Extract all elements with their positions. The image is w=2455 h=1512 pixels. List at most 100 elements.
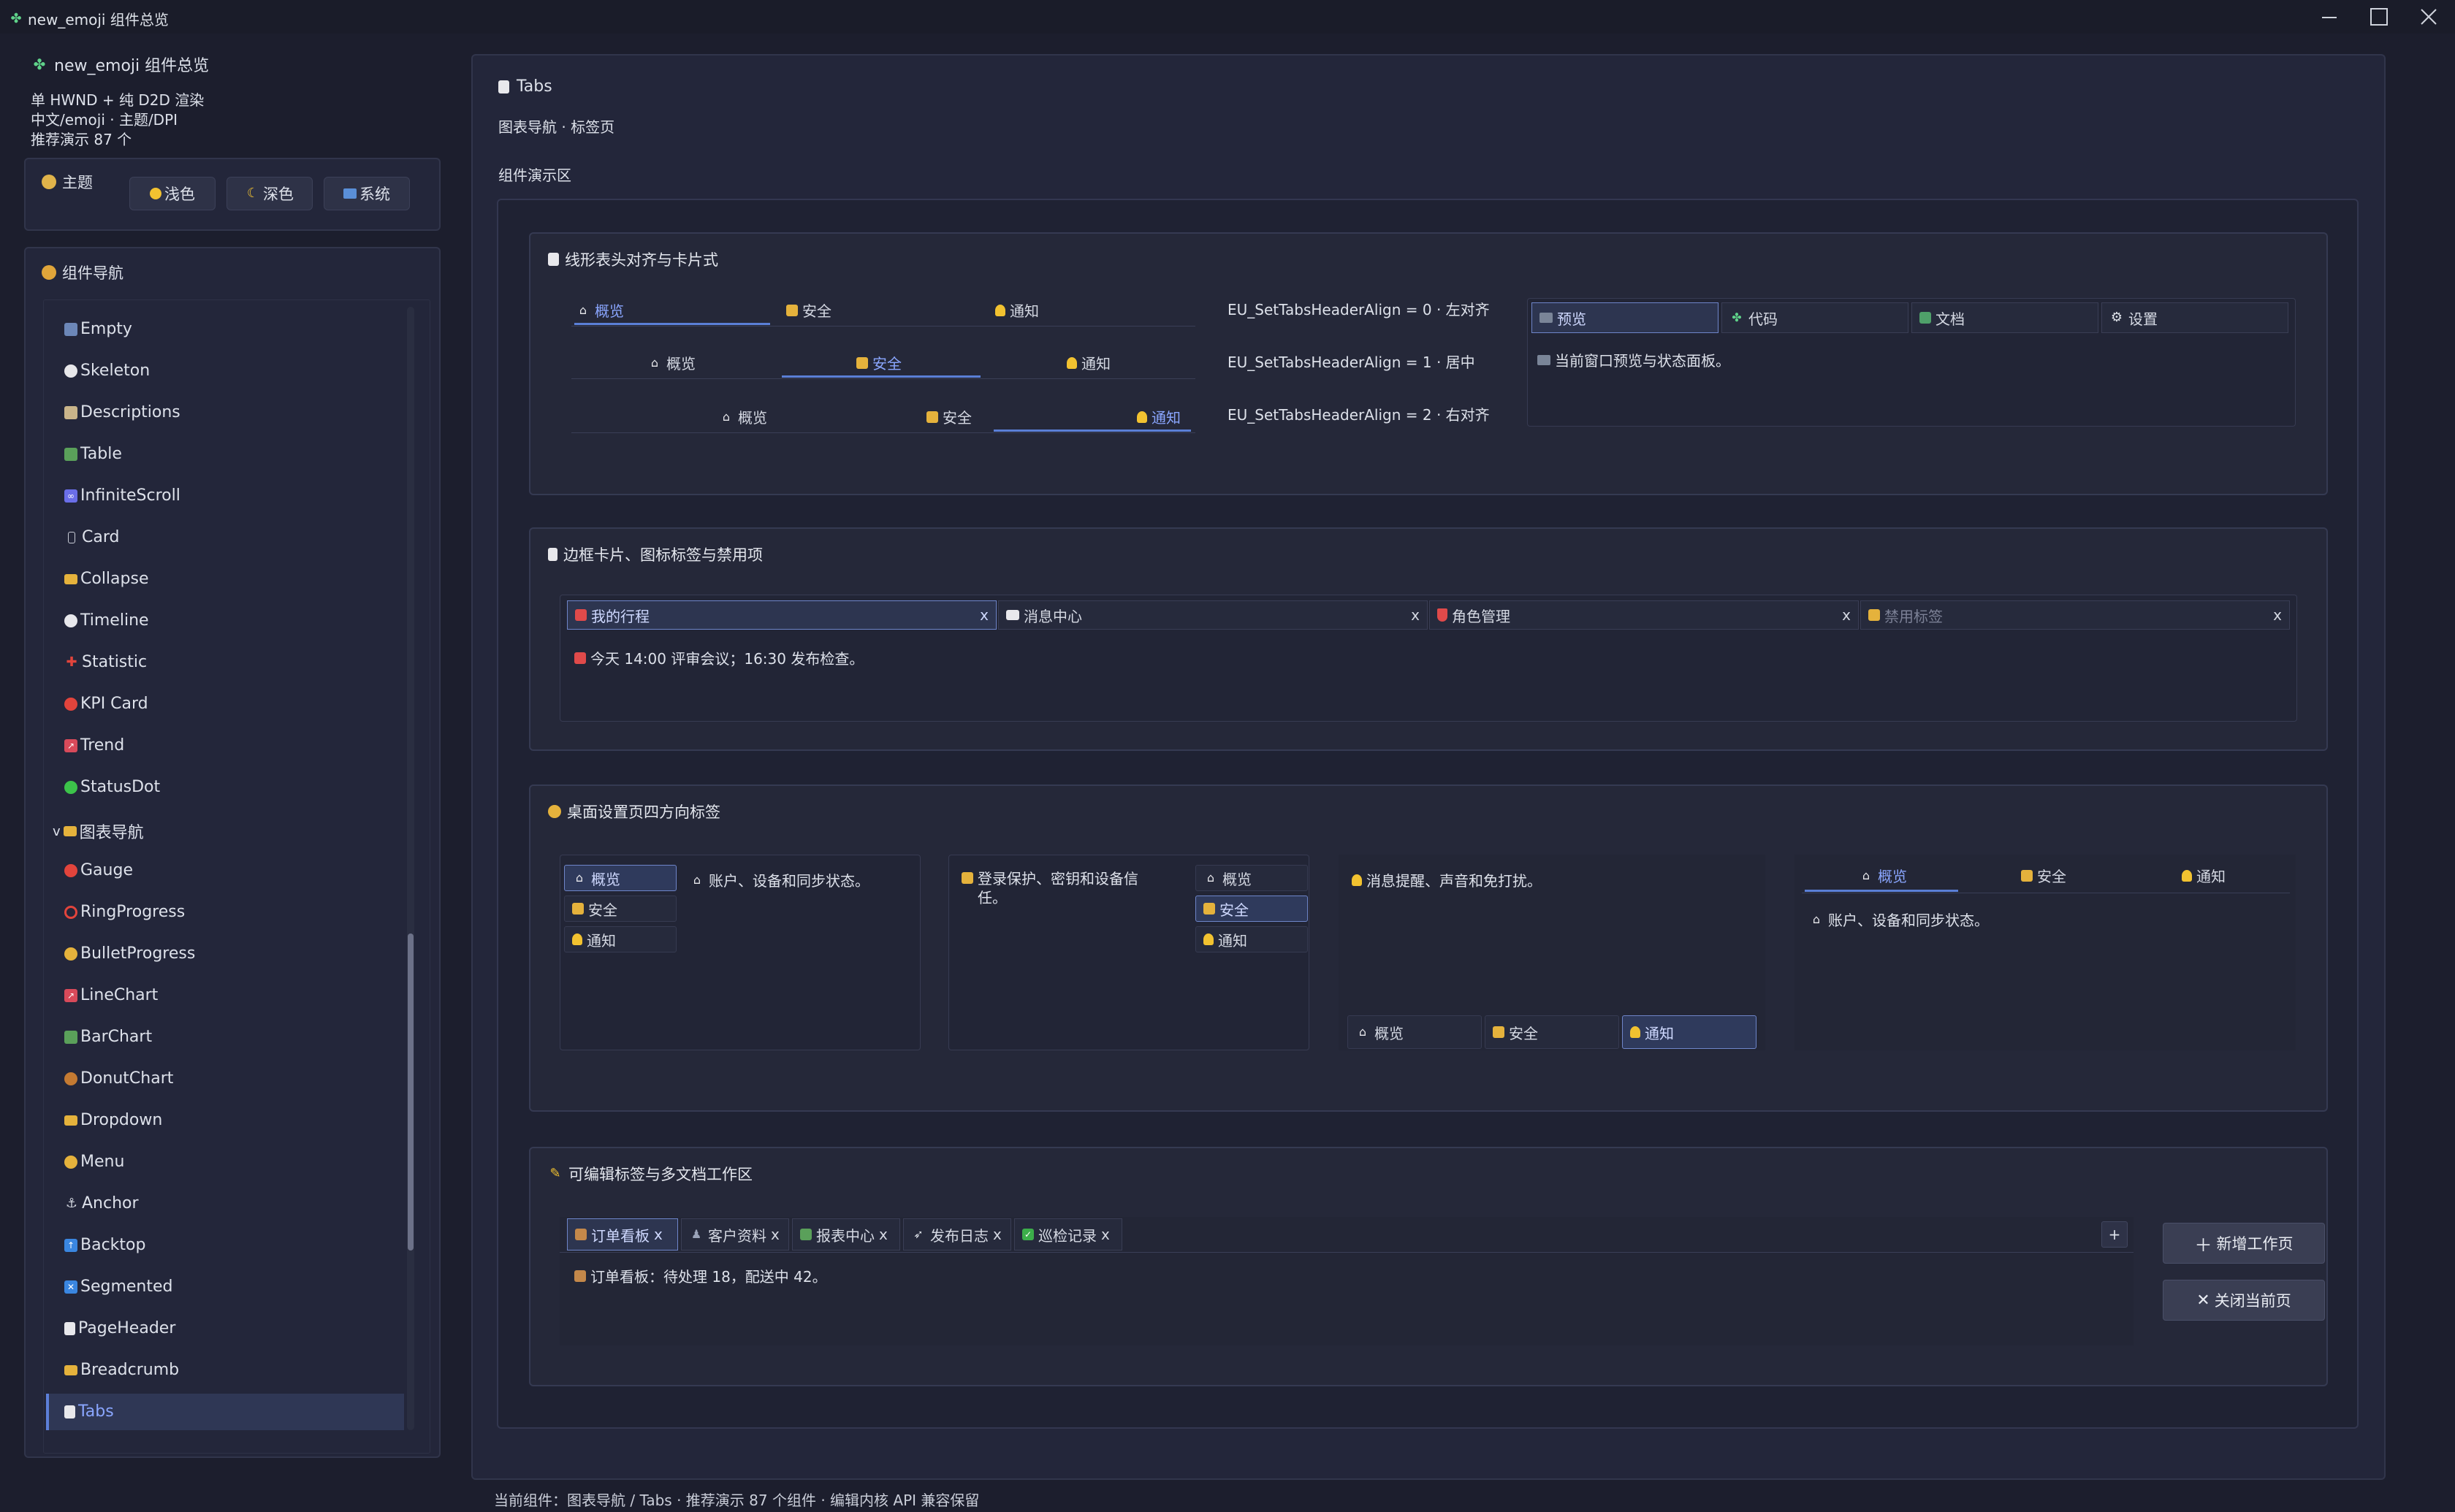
sidebar-item-infinitescroll[interactable]: ∞ InfiniteScroll xyxy=(64,486,180,505)
left-tab-content: ⌂ 账户、设备和同步状态。 xyxy=(690,869,869,890)
title-bar: ✤ new_emoji 组件总览 xyxy=(0,0,2455,34)
sidebar-item-label: Tabs xyxy=(78,1402,114,1421)
tab-my-schedule[interactable]: 我的行程 x xyxy=(567,600,997,630)
tab-close-button[interactable]: x xyxy=(1101,1226,1110,1243)
sidebar-item-statusdot[interactable]: StatusDot xyxy=(64,778,160,796)
nav-scrollbar-track[interactable] xyxy=(407,307,414,1430)
sidebar-item-empty[interactable]: Empty xyxy=(64,320,132,338)
tab-notify[interactable]: 通知 xyxy=(1195,926,1308,952)
house-icon: ⌂ xyxy=(1206,871,1215,885)
sidebar-item-dropdown[interactable]: Dropdown xyxy=(64,1111,162,1129)
close-current-button[interactable]: ✕ 关闭当前页 xyxy=(2163,1280,2325,1321)
sidebar-item-statistic[interactable]: ✚ Statistic xyxy=(64,653,147,671)
tab-report-center[interactable]: 报表中心 x xyxy=(792,1218,900,1251)
sidebar-item-kpi-card[interactable]: KPI Card xyxy=(64,695,148,713)
theme-dark-button[interactable]: ☾ 深色 xyxy=(227,177,313,210)
content-text: 账户、设备和同步状态。 xyxy=(709,872,869,890)
tab-notify[interactable]: 通知 xyxy=(1067,352,1111,373)
tab-close-button[interactable]: x xyxy=(879,1226,888,1243)
sidebar-item-skeleton[interactable]: Skeleton xyxy=(64,362,150,380)
tab-inspection-record[interactable]: ✓ 巡检记录 x xyxy=(1014,1218,1122,1251)
sidebar-item-label: Trend xyxy=(80,736,125,755)
tab-overview[interactable]: ⌂ 概览 xyxy=(576,299,624,321)
tab-label: 通知 xyxy=(1081,355,1111,373)
tab-security[interactable]: 安全 xyxy=(926,406,972,427)
tab-notify[interactable]: 通知 xyxy=(1137,406,1181,427)
tab-overview[interactable]: ⌂ 概览 xyxy=(564,865,677,891)
tab-customer-info[interactable]: ♟ 客户资料 x xyxy=(681,1218,789,1251)
tab-security[interactable]: 安全 xyxy=(564,896,677,922)
tab-code[interactable]: ✤ 代码 xyxy=(1721,302,1908,333)
tabs-header-line xyxy=(571,326,1195,327)
sidebar-item-gauge[interactable]: Gauge xyxy=(64,861,133,879)
tab-order-board[interactable]: 订单看板 x xyxy=(567,1218,678,1251)
sidebar-item-card[interactable]: Card xyxy=(64,528,119,546)
tab-security[interactable]: 安全 xyxy=(856,352,902,373)
tab-preview[interactable]: 预览 xyxy=(1531,302,1718,333)
tab-security[interactable]: 安全 xyxy=(2021,865,2066,886)
tab-security[interactable]: 安全 xyxy=(1195,896,1308,922)
tab-role-management[interactable]: 角色管理 x xyxy=(1429,600,1859,630)
close-window-button[interactable] xyxy=(2402,0,2455,34)
tab-close-button[interactable]: x xyxy=(1411,606,1420,624)
sidebar-item-tabs[interactable]: Tabs xyxy=(64,1402,114,1421)
tab-close-button[interactable]: x xyxy=(654,1226,663,1243)
tab-close-button[interactable]: x xyxy=(980,606,989,624)
maximize-button[interactable] xyxy=(2353,0,2405,34)
tab-overview[interactable]: ⌂ 概览 xyxy=(1859,865,1907,886)
tab-security[interactable]: 安全 xyxy=(786,299,831,321)
sidebar-item-label: InfiniteScroll xyxy=(80,486,180,505)
trend-up-icon: ↗ xyxy=(64,738,77,752)
tab-notify[interactable]: 通知 xyxy=(2182,865,2226,886)
sidebar-item-trend[interactable]: ↗ Trend xyxy=(64,736,124,755)
sidebar-item-label: Menu xyxy=(80,1153,125,1171)
tab-message-center[interactable]: 消息中心 x xyxy=(998,600,1428,630)
sidebar-item-donutchart[interactable]: DonutChart xyxy=(64,1069,173,1088)
puzzle-icon: ✤ xyxy=(1732,310,1742,324)
active-tab-indicator xyxy=(994,429,1191,432)
desc-line: 中文/emoji · 主题/DPI xyxy=(31,111,178,129)
target-icon xyxy=(64,697,77,711)
lock-icon xyxy=(856,356,868,369)
tab-overview[interactable]: ⌂ 概览 xyxy=(719,406,767,427)
theme-system-button[interactable]: 系统 xyxy=(324,177,410,210)
tab-notify[interactable]: 通知 xyxy=(564,926,677,952)
top-tab-content: ⌂ 账户、设备和同步状态。 xyxy=(1809,909,1989,930)
sidebar-item-anchor[interactable]: ⚓ Anchor xyxy=(64,1194,139,1213)
tab-security[interactable]: 安全 xyxy=(1485,1015,1619,1049)
tab-overview[interactable]: ⌂ 概览 xyxy=(647,352,696,373)
add-tab-button[interactable]: + xyxy=(2101,1221,2128,1248)
sidebar-item-table[interactable]: Table xyxy=(64,445,122,463)
tab-docs[interactable]: 文档 xyxy=(1911,302,2098,333)
sidebar-item-breadcrumb[interactable]: Breadcrumb xyxy=(64,1361,179,1379)
sidebar-item-collapse[interactable]: Collapse xyxy=(64,570,149,588)
sidebar-item-timeline[interactable]: Timeline xyxy=(64,611,149,630)
sidebar-item-barchart[interactable]: BarChart xyxy=(64,1028,152,1046)
tab-overview[interactable]: ⌂ 概览 xyxy=(1195,865,1308,891)
minimize-button[interactable] xyxy=(2303,0,2356,34)
tab-close-button[interactable]: x xyxy=(771,1226,780,1243)
sidebar-item-backtop[interactable]: ↑ Backtop xyxy=(64,1236,145,1254)
tab-close-button[interactable]: x xyxy=(1842,606,1851,624)
tab-settings[interactable]: ⚙ 设置 xyxy=(2101,302,2288,333)
border-card-content: 今天 14:00 评审会议；16:30 发布检查。 xyxy=(574,647,864,668)
sidebar-item-menu[interactable]: Menu xyxy=(64,1153,124,1171)
sidebar-item-descriptions[interactable]: Descriptions xyxy=(64,403,180,421)
sidebar-item-ringprogress[interactable]: RingProgress xyxy=(64,903,185,921)
tab-close-button[interactable]: x xyxy=(993,1226,1002,1243)
theme-light-button[interactable]: 浅色 xyxy=(129,177,216,210)
new-workspace-button[interactable]: ＋新增工作页 xyxy=(2163,1223,2325,1264)
sidebar-item-bulletprogress[interactable]: BulletProgress xyxy=(64,944,195,963)
sidebar-item-pageheader[interactable]: PageHeader xyxy=(64,1319,175,1337)
tab-release-log[interactable]: ➶ 发布日志 x xyxy=(903,1218,1011,1251)
sidebar-item-linechart[interactable]: ↗ LineChart xyxy=(64,986,158,1004)
tab-label: 通知 xyxy=(587,931,616,950)
tab-overview[interactable]: ⌂ 概览 xyxy=(1347,1015,1482,1049)
tab-notify[interactable]: 通知 xyxy=(1622,1015,1756,1049)
sidebar-item-segmented[interactable]: ✕ Segmented xyxy=(64,1278,173,1296)
house-icon: ⌂ xyxy=(1862,868,1870,882)
sidebar-group-chart-nav[interactable]: v 图表导航 xyxy=(53,820,144,843)
nav-scrollbar-thumb[interactable] xyxy=(408,933,414,1251)
tab-notify[interactable]: 通知 xyxy=(995,299,1039,321)
books-icon xyxy=(1919,312,1931,324)
